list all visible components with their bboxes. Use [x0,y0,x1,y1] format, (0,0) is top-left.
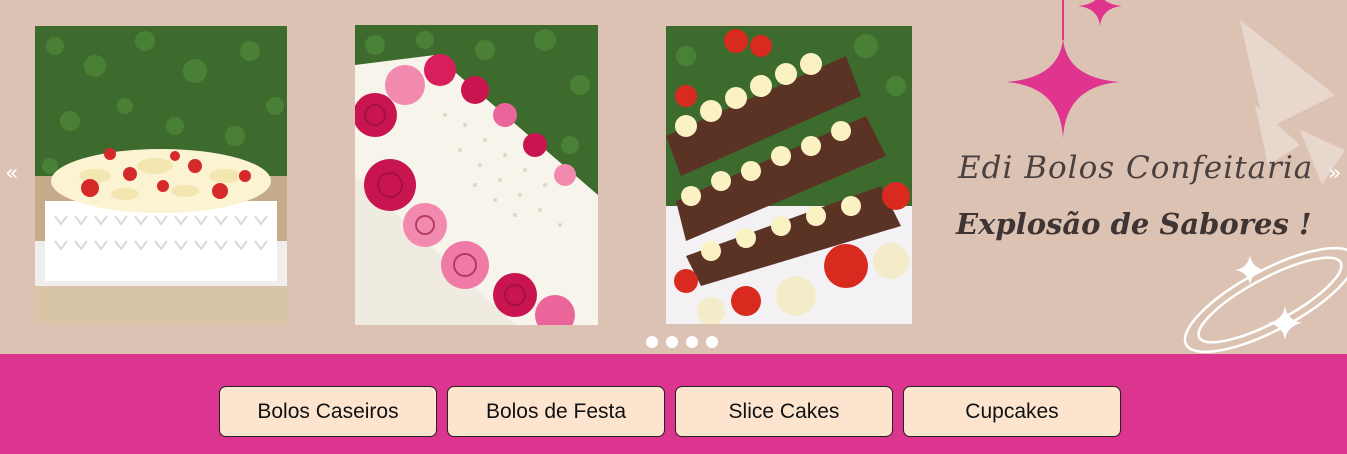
brand-name: Edi Bolos Confeitaria [958,150,1314,186]
carousel-dot-2[interactable] [666,336,678,348]
brand-tagline: Explosão de Sabores ! [956,207,1312,241]
carousel-dot-3[interactable] [686,336,698,348]
sparkle-small-icon [1078,0,1122,26]
cake-photo-naked-chocolate [666,26,912,324]
category-nav: Bolos Caseiros Bolos de Festa Slice Cake… [0,354,1347,454]
hero-banner: « Edi Bolos Confeitaria Explosão de Sabo… [0,0,1347,354]
sparkle-large-icon [1006,38,1120,138]
bolos-caseiros-button[interactable]: Bolos Caseiros [219,386,437,437]
cupcakes-button[interactable]: Cupcakes [903,386,1121,437]
slice-cakes-button[interactable]: Slice Cakes [675,386,893,437]
carousel-indicators [646,336,718,348]
cake-photo-pink-roses [355,25,598,325]
carousel-dot-4[interactable] [706,336,718,348]
cake-photo-strawberry-white [35,26,287,324]
carousel-next-button[interactable]: » [1328,163,1341,185]
carousel-prev-button[interactable]: « [5,163,18,185]
carousel-dot-1[interactable] [646,336,658,348]
bolos-de-festa-button[interactable]: Bolos de Festa [447,386,665,437]
